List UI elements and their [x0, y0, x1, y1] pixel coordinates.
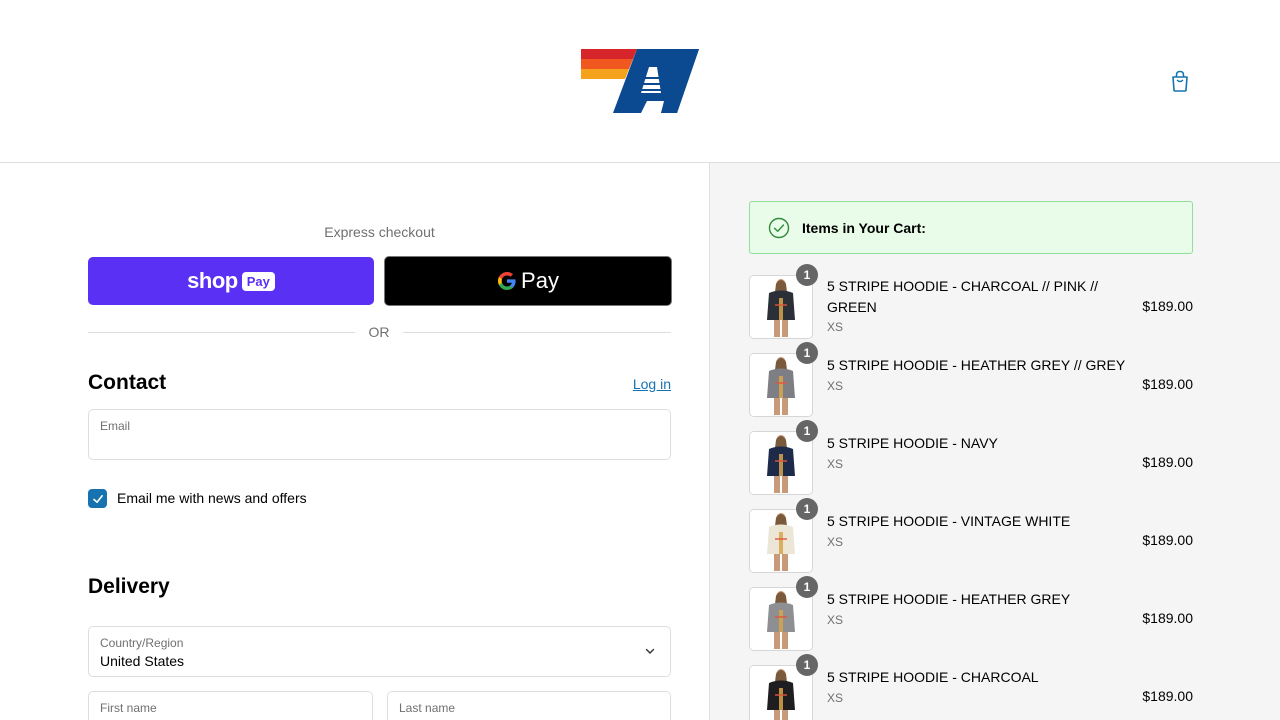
cart-button[interactable]: [1168, 68, 1192, 94]
chevron-down-icon: [645, 648, 655, 654]
or-label: OR: [368, 324, 390, 340]
product-name: 5 STRIPE HOODIE - HEATHER GREY // GREY: [827, 357, 1126, 373]
cart-item: 1 5 STRIPE HOODIE - HEATHER GREY // GREY X…: [749, 342, 1193, 417]
quantity-badge: 1: [796, 264, 818, 286]
product-variant: XS: [827, 691, 844, 705]
shop-pay-wordmark: shop: [187, 268, 238, 293]
quantity-badge: 1: [796, 654, 818, 676]
first-name-field[interactable]: First name: [88, 691, 373, 720]
product-price: $189.00: [1142, 610, 1193, 626]
divider-line: [403, 332, 671, 333]
product-name: 5 STRIPE HOODIE - HEATHER GREY: [827, 591, 1071, 607]
cart-item: 1 5 STRIPE HOODIE - NAVY XS $189.00: [749, 420, 1193, 495]
delivery-heading: Delivery: [88, 575, 170, 598]
product-variant: XS: [827, 320, 844, 334]
order-summary: Items in Your Cart: 1 5 STRIPE HOODIE - C…: [709, 163, 1280, 720]
newsletter-checkbox[interactable]: [88, 489, 107, 508]
contact-heading: Contact: [88, 371, 167, 394]
last-name-field[interactable]: Last name: [387, 691, 671, 720]
quantity-badge: 1: [796, 342, 818, 364]
cart-banner-title: Items in Your Cart:: [802, 220, 926, 236]
check-circle-icon: [768, 217, 790, 239]
product-variant: XS: [827, 457, 844, 471]
product-name: 5 STRIPE HOODIE - NAVY: [827, 435, 998, 451]
product-name: 5 STRIPE HOODIE - VINTAGE WHITE: [827, 513, 1071, 529]
cart-item: 1 5 STRIPE HOODIE - VINTAGE WHITE XS $189.0…: [749, 498, 1193, 573]
product-variant: XS: [827, 379, 844, 393]
checkout-form: Express checkout shop Pay Pay OR Contact…: [0, 163, 709, 720]
newsletter-label: Email me with news and offers: [117, 490, 307, 506]
quantity-badge: 1: [796, 498, 818, 520]
email-field[interactable]: Email: [88, 409, 671, 460]
cart-item: 1 5 STRIPE HOODIE - CHARCOAL XS $189.00: [749, 654, 1193, 720]
product-price: $189.00: [1142, 376, 1193, 392]
country-select[interactable]: Country/Region United States: [88, 626, 671, 677]
quantity-badge: 1: [796, 576, 818, 598]
quantity-badge: 1: [796, 420, 818, 442]
last-name-label: Last name: [399, 701, 456, 715]
email-label: Email: [100, 419, 131, 433]
express-checkout-title: Express checkout: [324, 224, 435, 240]
product-price: $189.00: [1142, 688, 1193, 704]
cart-item: 1 5 STRIPE HOODIE - HEATHER GREY XS $189.00: [749, 576, 1193, 651]
shop-pay-badge: Pay: [241, 271, 275, 291]
shopping-bag-icon: [1172, 70, 1188, 92]
av-flag-logo-icon[interactable]: [581, 47, 699, 115]
product-name: 5 STRIPE HOODIE - CHARCOAL // PINK // GR…: [827, 278, 1098, 315]
shop-pay-button[interactable]: shop Pay: [88, 257, 374, 305]
product-price: $189.00: [1142, 532, 1193, 548]
product-variant: XS: [827, 535, 844, 549]
product-name: 5 STRIPE HOODIE - CHARCOAL: [827, 669, 1039, 685]
first-name-label: First name: [100, 701, 157, 715]
google-pay-button[interactable]: Pay: [384, 256, 672, 306]
site-header: [0, 0, 1280, 163]
checkmark-icon: [92, 494, 103, 503]
google-g-icon: [498, 272, 516, 290]
log-in-link[interactable]: Log in: [620, 376, 671, 392]
product-variant: XS: [827, 613, 844, 627]
country-label: Country/Region: [100, 636, 184, 650]
divider-line: [88, 332, 355, 333]
product-price: $189.00: [1142, 454, 1193, 470]
or-divider: OR: [88, 323, 671, 341]
product-price: $189.00: [1142, 298, 1193, 314]
cart-item: 1 5 STRIPE HOODIE - CHARCOAL // PINK // G…: [749, 264, 1193, 339]
country-value: United States: [100, 653, 185, 669]
google-pay-label: Pay: [521, 268, 559, 293]
cart-banner: Items in Your Cart:: [749, 201, 1193, 254]
